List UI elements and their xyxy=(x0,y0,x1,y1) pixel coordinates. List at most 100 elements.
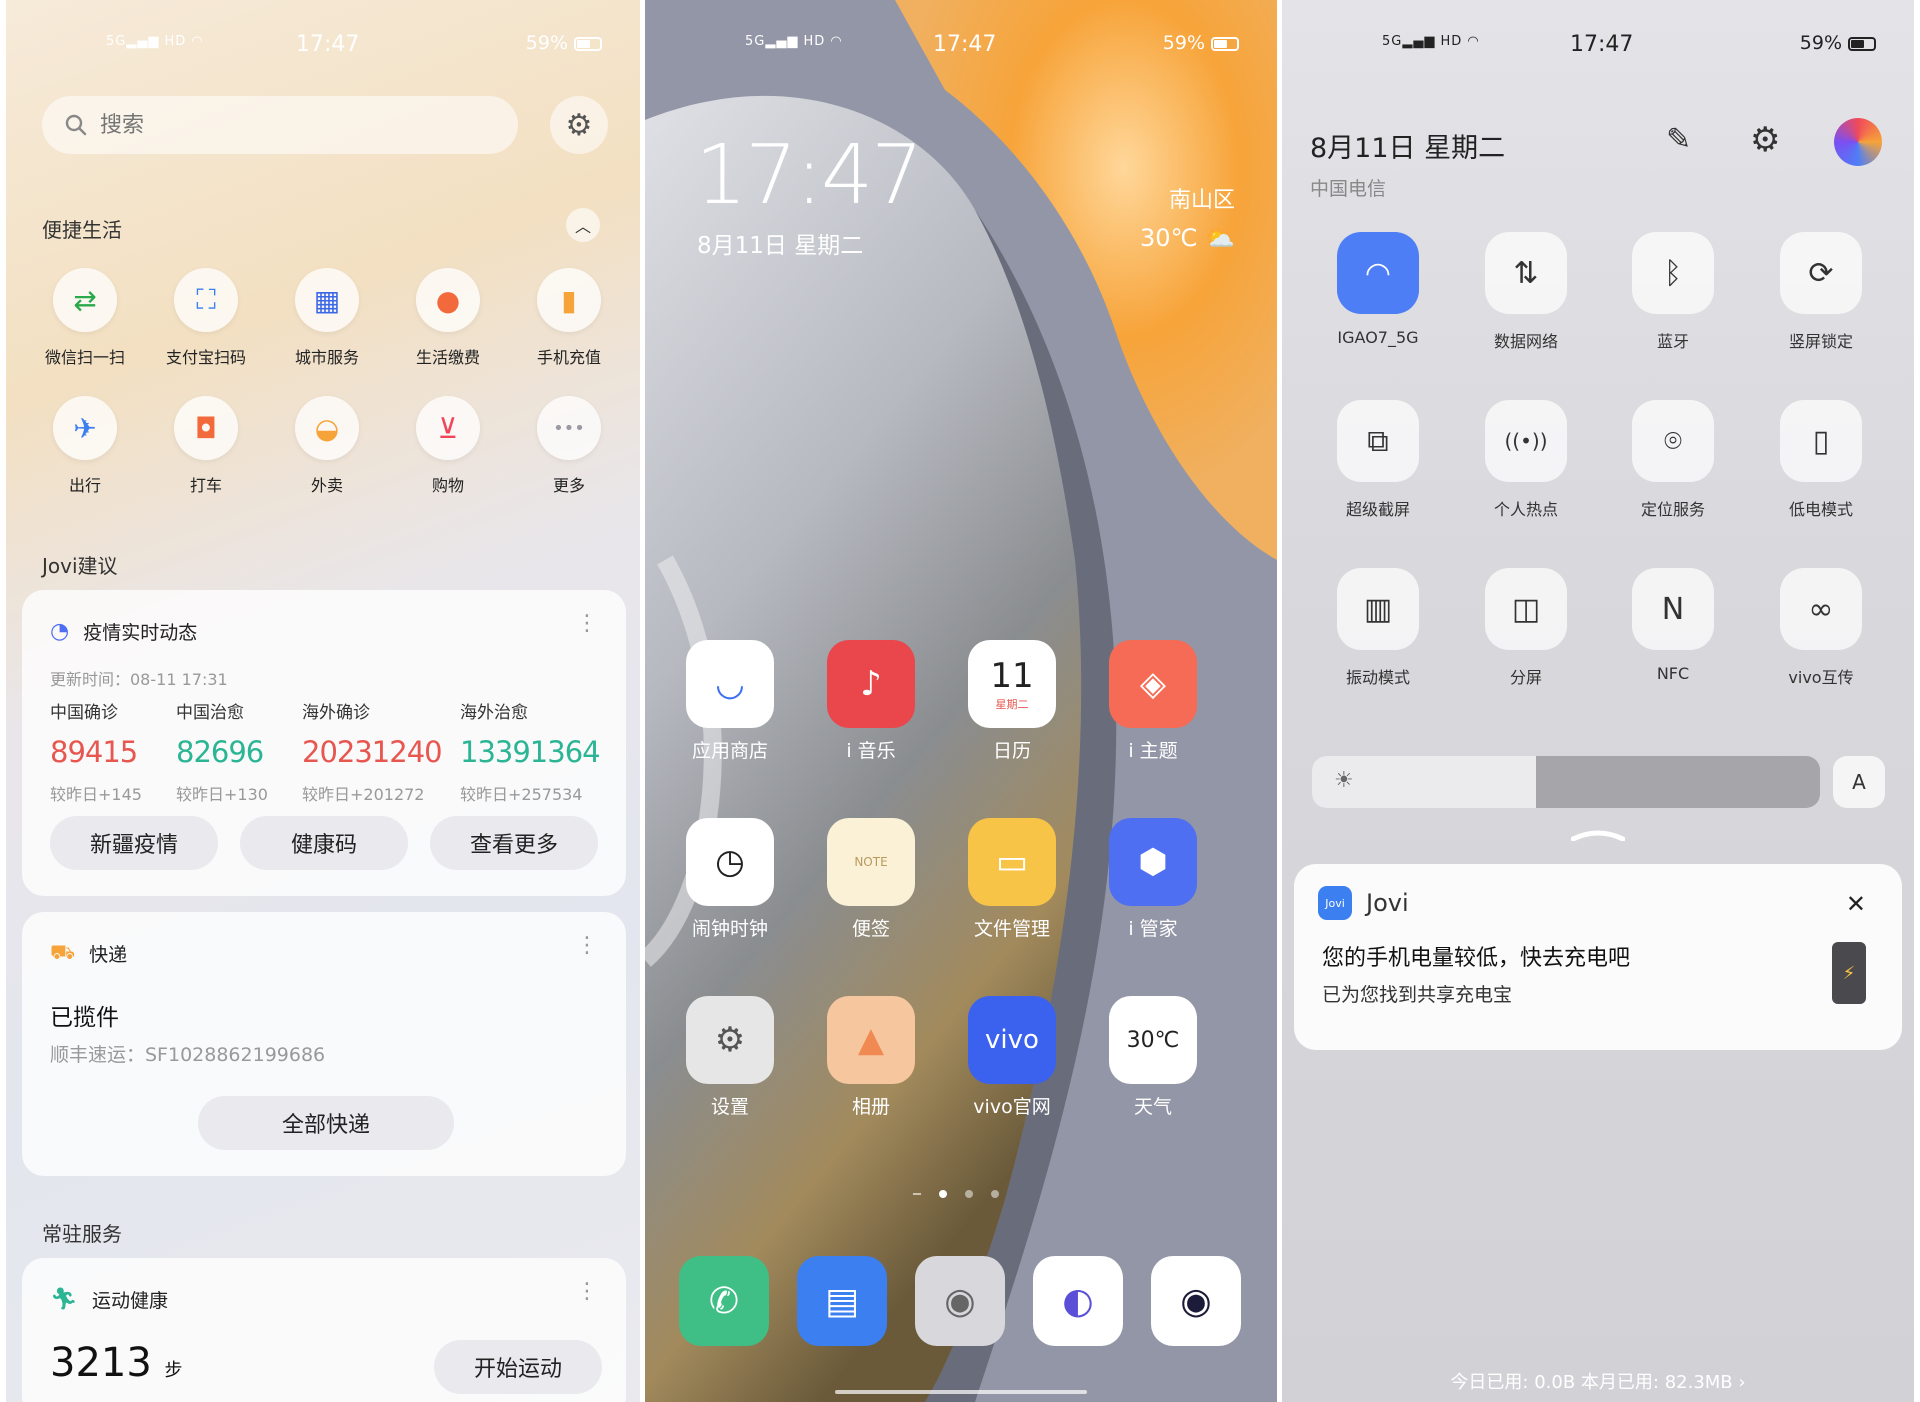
toggle-mobile-data[interactable]: ⇅ 数据网络 xyxy=(1466,232,1586,352)
toggle-battery-saver[interactable]: ▯ 低电模式 xyxy=(1761,400,1881,520)
app-settings[interactable]: ⚙ 设置 xyxy=(675,996,785,1119)
shortcut-shopping-cart[interactable]: ⊻ 购物 xyxy=(393,396,503,496)
auto-brightness-button[interactable]: A xyxy=(1833,756,1885,808)
weather-widget[interactable]: 30℃ ⛅ xyxy=(1140,224,1235,252)
shortcut-city-services[interactable]: ▦ 城市服务 xyxy=(272,268,382,368)
app-app-store[interactable]: ◡ 应用商店 xyxy=(675,640,785,763)
toggle-wifi[interactable]: ◠ IGAO7_5G xyxy=(1318,232,1438,347)
shortcut-utility-bill[interactable]: ● 生活缴费 xyxy=(393,268,503,368)
stat-delta: 较昨日+201272 xyxy=(302,785,425,804)
edit-pencil-icon[interactable]: ✎ xyxy=(1666,122,1691,157)
toggle-rotation-lock[interactable]: ⟳ 竖屏锁定 xyxy=(1761,232,1881,352)
nfc-icon: N xyxy=(1632,568,1714,650)
collapse-button[interactable]: ︿ xyxy=(566,208,600,242)
toggle-vibrate[interactable]: ▥ 振动模式 xyxy=(1318,568,1438,688)
close-icon[interactable]: ✕ xyxy=(1846,890,1866,918)
page-dot xyxy=(965,1190,973,1198)
app-vivo-website[interactable]: vivo vivo官网 xyxy=(957,996,1067,1119)
app-theme[interactable]: ◈ i 主题 xyxy=(1098,640,1208,763)
vivo-share-icon: ∞ xyxy=(1780,568,1862,650)
status-bar: 5G▂▄▆ HD ◠ 17:47 59% xyxy=(6,30,640,62)
phone-icon[interactable]: ✆ xyxy=(679,1256,769,1346)
shortcut-more[interactable]: ••• 更多 xyxy=(514,396,624,496)
shortcut-label: 外卖 xyxy=(310,476,343,495)
brightness-slider[interactable]: ☀ xyxy=(1312,756,1820,808)
more-options-icon[interactable]: ⋮ xyxy=(576,1281,598,1303)
gallery-icon: ▲ xyxy=(827,996,915,1084)
app-clock[interactable]: ◷ 闹钟时钟 xyxy=(675,818,785,941)
data-usage-text[interactable]: 今日已用: 0.0B 本月已用: 82.3MB › xyxy=(1282,1368,1914,1394)
search-bar[interactable] xyxy=(42,96,518,154)
shortcut-alipay-scan[interactable]: ⛶ 支付宝扫码 xyxy=(151,268,261,368)
settings-gear-icon[interactable]: ⚙ xyxy=(1750,120,1780,160)
more-options-icon[interactable]: ⋮ xyxy=(576,935,598,957)
toggle-location[interactable]: ⌾ 定位服务 xyxy=(1613,400,1733,520)
app-music[interactable]: ♪ i 音乐 xyxy=(816,640,926,763)
start-exercise-button[interactable]: 开始运动 xyxy=(434,1340,602,1394)
health-code-button[interactable]: 健康码 xyxy=(240,816,408,870)
weather-district: 南山区 xyxy=(1168,188,1235,213)
toggle-hotspot[interactable]: ((•)) 个人热点 xyxy=(1466,400,1586,520)
stat-label: 海外治愈 xyxy=(460,703,528,723)
jovi-notification[interactable]: Jovi Jovi ✕ 您的手机电量较低，快去充电吧 已为您找到共享充电宝 ⚡ xyxy=(1294,864,1902,1050)
toggle-split-screen[interactable]: ◫ 分屏 xyxy=(1466,568,1586,688)
app-notes[interactable]: NOTE 便签 xyxy=(816,818,926,941)
all-express-button[interactable]: 全部快递 xyxy=(198,1096,454,1150)
shortcut-label: 出行 xyxy=(68,476,101,495)
app-file-manager[interactable]: ▭ 文件管理 xyxy=(957,818,1067,941)
chevron-up-icon: ︿ xyxy=(574,217,591,236)
icon-text: NOTE xyxy=(854,855,888,869)
toggle-screenshot[interactable]: ⧉ 超级截屏 xyxy=(1318,400,1438,520)
browser-icon[interactable]: ◉ xyxy=(915,1256,1005,1346)
app-gallery[interactable]: ▲ 相册 xyxy=(816,996,926,1119)
health-card[interactable]: 🏃︎ 运动健康 ⋮ 3213 步 开始运动 xyxy=(22,1258,626,1402)
express-card-title: 快递 xyxy=(89,944,128,966)
page-indicator xyxy=(913,1190,999,1198)
status-bar: 5G▂▄▆ HD ◠ 17:47 59% xyxy=(1282,30,1914,62)
jovi-assistant-icon[interactable] xyxy=(1834,118,1882,166)
planet-browser-icon[interactable]: ◐ xyxy=(1033,1256,1123,1346)
convenience-section-title: 便捷生活 xyxy=(42,218,122,242)
settings-icon: ⚙ xyxy=(686,996,774,1084)
settings-button[interactable]: ⚙ xyxy=(550,96,608,154)
expand-handle-icon[interactable] xyxy=(1570,826,1626,842)
view-more-button[interactable]: 查看更多 xyxy=(430,816,598,870)
status-time: 17:47 xyxy=(1570,32,1634,57)
express-tracking: 顺丰速运：SF1028862199686 xyxy=(50,1044,326,1066)
search-input[interactable] xyxy=(100,112,400,138)
shortcut-phone-topup[interactable]: ▮ 手机充值 xyxy=(514,268,624,368)
battery-indicator: 59% xyxy=(1800,32,1876,54)
status-time: 17:47 xyxy=(933,32,997,57)
camera-icon[interactable]: ◉ xyxy=(1151,1256,1241,1346)
shortcut-travel[interactable]: ✈ 出行 xyxy=(30,396,140,496)
page-dot xyxy=(913,1193,921,1195)
control-center-panel: 5G▂▄▆ HD ◠ 17:47 59% 8月11日 星期二 中国电信 ✎ ⚙ … xyxy=(1282,0,1914,1402)
more-options-icon[interactable]: ⋮ xyxy=(576,613,598,635)
toggle-vivo-share[interactable]: ∞ vivo互传 xyxy=(1761,568,1881,688)
shortcut-label: 微信扫一扫 xyxy=(44,348,125,367)
screenshot-icon: ⧉ xyxy=(1337,400,1419,482)
shortcut-label: 手机充值 xyxy=(536,348,601,367)
toggle-label: 分屏 xyxy=(1509,668,1542,687)
battery-indicator: 59% xyxy=(526,32,602,54)
app-calendar[interactable]: 11 星期二 日历 xyxy=(957,640,1067,763)
home-clock[interactable]: 17:47 xyxy=(695,128,923,223)
home-indicator[interactable] xyxy=(835,1390,1087,1394)
shortcut-food-delivery[interactable]: ◒ 外卖 xyxy=(272,396,382,496)
toggle-bluetooth[interactable]: ᛒ 蓝牙 xyxy=(1613,232,1733,352)
toggle-nfc[interactable]: N NFC xyxy=(1613,568,1733,683)
app-phone-manager[interactable]: ⬢ i 管家 xyxy=(1098,818,1208,941)
running-icon: 🏃︎ xyxy=(50,1287,78,1312)
app-weather[interactable]: 30℃ 天气 xyxy=(1098,996,1208,1119)
messages-icon[interactable]: ▤ xyxy=(797,1256,887,1346)
calendar-icon: 11 星期二 xyxy=(968,640,1056,728)
shortcut-wechat-scan[interactable]: ⇄ 微信扫一扫 xyxy=(30,268,140,368)
xinjiang-covid-button[interactable]: 新疆疫情 xyxy=(50,816,218,870)
covid-card[interactable]: ◔ 疫情实时动态 ⋮ 更新时间：08-11 17:31 中国确诊 89415 较昨日… xyxy=(22,590,626,896)
express-card[interactable]: ⛟ 快递 ⋮ 已揽件 顺丰速运：SF1028862199686 全部快递 xyxy=(22,912,626,1176)
signal-indicator: 5G▂▄▆ HD ◠ xyxy=(1382,34,1480,49)
food-delivery-icon: ◒ xyxy=(295,396,359,460)
vivo-website-icon: vivo xyxy=(968,996,1056,1084)
shortcut-taxi[interactable]: ◘ 打车 xyxy=(151,396,261,496)
stat-label: 海外确诊 xyxy=(302,703,370,723)
